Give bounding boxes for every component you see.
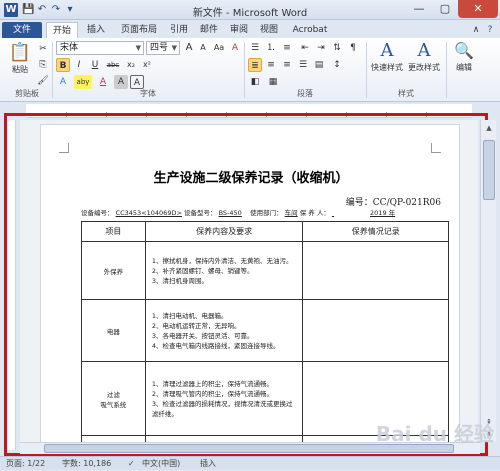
language[interactable]: 中文(中国) [142, 457, 180, 471]
grow-font-button[interactable]: A [182, 41, 196, 55]
title-bar: W 💾 ↶ ↷ ▾ 新文件 - Microsoft Word — ▢ ✕ [0, 0, 500, 20]
group-divider [244, 42, 245, 98]
italic-button[interactable]: I [72, 58, 86, 72]
scroll-up-icon[interactable]: ▲ [481, 122, 497, 134]
distribute-icon[interactable]: ▤ [312, 58, 326, 72]
align-center-icon[interactable]: ≡ [264, 58, 278, 72]
shading-icon[interactable]: ◧ [248, 75, 262, 89]
group-divider [52, 42, 53, 98]
chevron-down-icon: ▼ [135, 44, 141, 52]
tab-mailings[interactable]: 邮件 [196, 22, 222, 38]
find-icon: 🔍 [454, 41, 474, 60]
status-bar: 页面: 1/22 字数: 10,186 ✓ 中文(中国) 插入 [0, 456, 500, 470]
vertical-scrollbar[interactable]: ▲ ⇞ ⇟ [480, 120, 496, 442]
justify-icon[interactable]: ☰ [296, 58, 310, 72]
clipboard-group-label: 剪贴板 [15, 89, 39, 98]
close-button[interactable]: ✕ [458, 0, 498, 18]
font-size-value: 四号 [150, 43, 169, 53]
strikethrough-button[interactable]: abc [104, 58, 122, 72]
align-left-icon[interactable]: ≣ [248, 58, 262, 72]
paragraph-group-label: 段落 [297, 89, 313, 98]
styles-group-label: 样式 [398, 89, 414, 98]
highlight-frame [4, 113, 488, 456]
font-size-dropdown[interactable]: 四号 ▼ [146, 41, 180, 55]
borders-icon[interactable]: ▦ [266, 75, 280, 89]
paste-label: 粘贴 [12, 65, 28, 74]
paste-icon: 📋 [8, 42, 32, 63]
bold-button[interactable]: B [56, 58, 70, 72]
maximize-button[interactable]: ▢ [432, 0, 458, 18]
page-count[interactable]: 页面: 1/22 [6, 457, 45, 471]
group-divider [446, 42, 447, 98]
vertical-scroll-thumb[interactable] [483, 140, 495, 200]
font-group-label: 字体 [140, 89, 156, 98]
align-right-icon[interactable]: ≡ [280, 58, 294, 72]
proofing-icon[interactable]: ✓ [128, 457, 135, 471]
numbering-icon[interactable]: ⒈ [264, 41, 278, 55]
tab-review[interactable]: 审阅 [226, 22, 252, 38]
clear-format-button[interactable]: A [228, 41, 242, 55]
highlight-button[interactable]: aby [74, 75, 92, 89]
font-name-value: 宋体 [60, 43, 79, 53]
ribbon: 📋 粘贴 ✂ ⎘ 🖌 剪贴板 宋体 ▼ 四号 ▼ A A Aa A B I U … [0, 38, 500, 102]
shrink-font-button[interactable]: A [196, 41, 210, 55]
format-painter-icon[interactable]: 🖌 [36, 74, 50, 88]
tab-home[interactable]: 开始 [46, 22, 78, 38]
font-color-button[interactable]: A [96, 75, 110, 89]
cut-icon[interactable]: ✂ [36, 42, 50, 56]
change-styles-label: 更改样式 [408, 63, 440, 72]
superscript-button[interactable]: x² [140, 58, 154, 72]
quick-styles-button[interactable]: A 快速样式 [370, 40, 404, 73]
tab-acrobat[interactable]: Acrobat [288, 22, 332, 38]
copy-icon[interactable]: ⎘ [36, 58, 50, 72]
multilevel-list-icon[interactable]: ≡ [280, 41, 294, 55]
quick-styles-label: 快速样式 [371, 63, 403, 72]
tab-references[interactable]: 引用 [166, 22, 192, 38]
change-case-button[interactable]: Aa [212, 41, 226, 55]
minimize-button[interactable]: — [406, 0, 432, 18]
quick-styles-icon: A [380, 40, 394, 61]
paste-button[interactable]: 📋 粘贴 [6, 42, 34, 75]
tab-view[interactable]: 视图 [256, 22, 282, 38]
editing-label: 编辑 [456, 63, 472, 72]
text-effects-button[interactable]: A [56, 75, 70, 89]
underline-button[interactable]: U [88, 58, 102, 72]
line-spacing-icon[interactable]: ↕ [330, 58, 344, 72]
insert-mode[interactable]: 插入 [200, 457, 216, 471]
ribbon-tabs: 文件 开始 插入 页面布局 引用 邮件 审阅 视图 Acrobat ∧ ? [0, 20, 500, 38]
change-styles-button[interactable]: A 更改样式 [406, 40, 442, 73]
change-styles-icon: A [417, 40, 431, 61]
font-name-dropdown[interactable]: 宋体 ▼ [56, 41, 144, 55]
baidu-watermark: Bai du 经验 [375, 422, 494, 446]
sort-icon[interactable]: ⇅ [330, 41, 344, 55]
char-shading-button[interactable]: A [114, 75, 128, 89]
show-marks-icon[interactable]: ¶ [346, 41, 360, 55]
char-border-button[interactable]: A [130, 75, 144, 89]
subscript-button[interactable]: x₂ [124, 58, 138, 72]
chevron-down-icon: ▼ [171, 44, 177, 52]
word-count[interactable]: 字数: 10,186 [62, 457, 111, 471]
tab-page-layout[interactable]: 页面布局 [114, 22, 164, 38]
tab-file[interactable]: 文件 [2, 22, 42, 38]
minimize-ribbon-icon[interactable]: ∧ [470, 22, 482, 38]
editing-button[interactable]: 🔍 编辑 [450, 40, 478, 73]
increase-indent-icon[interactable]: ⇥ [314, 41, 328, 55]
decrease-indent-icon[interactable]: ⇤ [298, 41, 312, 55]
bullets-icon[interactable]: ☰ [248, 41, 262, 55]
group-divider [366, 42, 367, 98]
help-icon[interactable]: ? [484, 22, 496, 38]
tab-insert[interactable]: 插入 [82, 22, 110, 38]
